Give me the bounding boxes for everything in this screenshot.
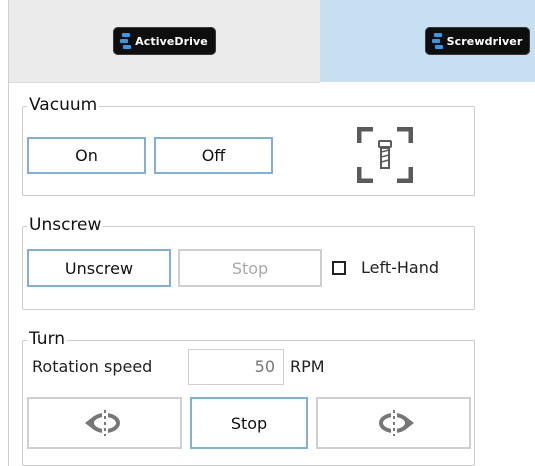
brand-icon xyxy=(431,33,443,49)
vacuum-off-button[interactable]: Off xyxy=(154,137,273,174)
left-hand-label: Left-Hand xyxy=(361,258,440,277)
rotation-unit-label: RPM xyxy=(290,357,325,376)
rotation-speed-label: Rotation speed xyxy=(32,357,153,376)
turn-stop-label: Stop xyxy=(230,413,268,433)
unscrew-stop-button[interactable]: Stop xyxy=(178,249,322,287)
unscrew-stop-label: Stop xyxy=(231,258,269,278)
turn-title: Turn xyxy=(27,329,68,349)
vacuum-on-label: On xyxy=(75,146,98,165)
screwdriver-logo: Screwdriver xyxy=(424,27,531,55)
vacuum-group: Vacuum On Off xyxy=(22,95,475,196)
tab-activedrive[interactable]: ActiveDrive xyxy=(9,0,320,83)
turn-group: Turn Rotation speed 50 RPM Stop xyxy=(22,329,475,466)
vacuum-off-label: Off xyxy=(201,146,226,165)
rotation-speed-input[interactable]: 50 xyxy=(188,349,284,385)
tab-screwdriver[interactable]: Screwdriver xyxy=(320,0,535,82)
unscrew-button[interactable]: Unscrew xyxy=(27,249,171,287)
brand-icon xyxy=(120,33,132,49)
unscrew-title: Unscrew xyxy=(27,215,104,235)
left-hand-checkbox[interactable] xyxy=(332,261,346,275)
rotate-cw-icon xyxy=(378,408,414,438)
vacuum-on-button[interactable]: On xyxy=(27,137,146,174)
tab-label: ActiveDrive xyxy=(135,34,208,48)
unscrew-group: Unscrew Unscrew Stop Left-Hand xyxy=(22,215,475,310)
activedrive-logo: ActiveDrive xyxy=(113,27,216,55)
rotate-ccw-button[interactable] xyxy=(27,397,182,449)
tab-label: Screwdriver xyxy=(446,34,523,48)
turn-stop-button[interactable]: Stop xyxy=(190,397,308,449)
rotate-ccw-icon xyxy=(84,408,120,438)
vacuum-title: Vacuum xyxy=(27,95,100,115)
screw-target-icon xyxy=(357,127,413,183)
rotate-cw-button[interactable] xyxy=(316,397,471,449)
unscrew-button-label: Unscrew xyxy=(64,258,134,278)
